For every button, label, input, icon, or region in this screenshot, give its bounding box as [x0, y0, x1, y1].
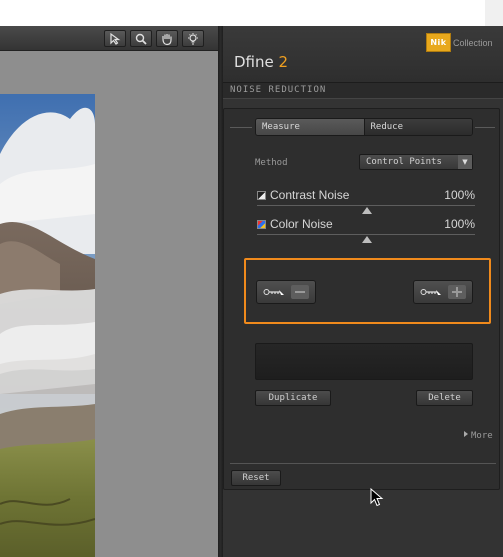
nik-logo: Nik	[426, 33, 451, 52]
add-control-point-button[interactable]	[413, 280, 473, 304]
color-swatch-icon	[257, 220, 266, 229]
remove-control-point-button[interactable]	[256, 280, 316, 304]
mouse-cursor-icon	[370, 488, 384, 507]
more-link[interactable]: More	[464, 431, 493, 441]
contrast-noise-label: Contrast Noise	[270, 188, 350, 202]
bottom-divider	[230, 463, 496, 464]
control-point-list[interactable]	[255, 343, 473, 380]
preview-area	[0, 26, 218, 557]
color-noise-label: Color Noise	[270, 217, 333, 231]
pointer-icon	[110, 32, 121, 45]
method-select[interactable]: Control Points ▼	[359, 154, 473, 170]
minus-icon	[291, 285, 309, 299]
expand-triangle-icon	[464, 431, 468, 437]
mode-line-left	[230, 127, 252, 128]
measure-tab[interactable]: Measure	[256, 119, 364, 135]
hand-icon	[162, 33, 172, 45]
pointer-tool-button[interactable]	[104, 30, 126, 47]
color-noise-track[interactable]	[257, 234, 475, 235]
delete-button[interactable]: Delete	[416, 390, 473, 406]
chevron-down-icon: ▼	[458, 155, 472, 169]
control-points-highlight	[244, 258, 491, 324]
method-value: Control Points	[366, 157, 442, 167]
hand-tool-button[interactable]	[156, 30, 178, 47]
control-point-icon	[263, 289, 284, 295]
contrast-noise-thumb[interactable]	[362, 207, 372, 214]
top-window-strip	[0, 0, 503, 26]
zoom-icon	[135, 33, 147, 45]
mode-line-right	[475, 127, 495, 128]
more-label: More	[471, 431, 493, 441]
control-point-icon	[420, 289, 441, 295]
dfine-panel: Nik Collection Dfine 2 NOISE REDUCTION M…	[223, 26, 503, 557]
contrast-noise-slider: Contrast Noise 100%	[257, 188, 475, 218]
method-label: Method	[255, 158, 288, 168]
app-title: Dfine 2	[234, 53, 289, 71]
reduce-tab[interactable]: Reduce	[363, 119, 472, 135]
contrast-swatch-icon	[257, 191, 266, 200]
mode-toggle: Measure Reduce	[255, 118, 473, 136]
zoom-tool-button[interactable]	[130, 30, 152, 47]
preview-toolbar	[0, 26, 218, 51]
section-header[interactable]: NOISE REDUCTION	[223, 82, 503, 99]
panel-header: Nik Collection Dfine 2	[223, 26, 503, 82]
window-frame-edge	[485, 0, 503, 26]
light-tool-button[interactable]	[182, 30, 204, 47]
light-icon	[188, 32, 198, 44]
color-noise-value: 100%	[444, 217, 475, 231]
duplicate-button[interactable]: Duplicate	[255, 390, 331, 406]
color-noise-slider: Color Noise 100%	[257, 217, 475, 247]
preview-photo[interactable]	[0, 94, 95, 557]
section-title: NOISE REDUCTION	[230, 85, 327, 95]
noise-reduction-box: Measure Reduce Method Control Points ▼ C…	[223, 108, 500, 490]
reset-button[interactable]: Reset	[231, 470, 281, 486]
collection-label: Collection	[453, 38, 493, 48]
contrast-noise-value: 100%	[444, 188, 475, 202]
plus-icon	[448, 285, 466, 299]
color-noise-thumb[interactable]	[362, 236, 372, 243]
contrast-noise-track[interactable]	[257, 205, 475, 206]
